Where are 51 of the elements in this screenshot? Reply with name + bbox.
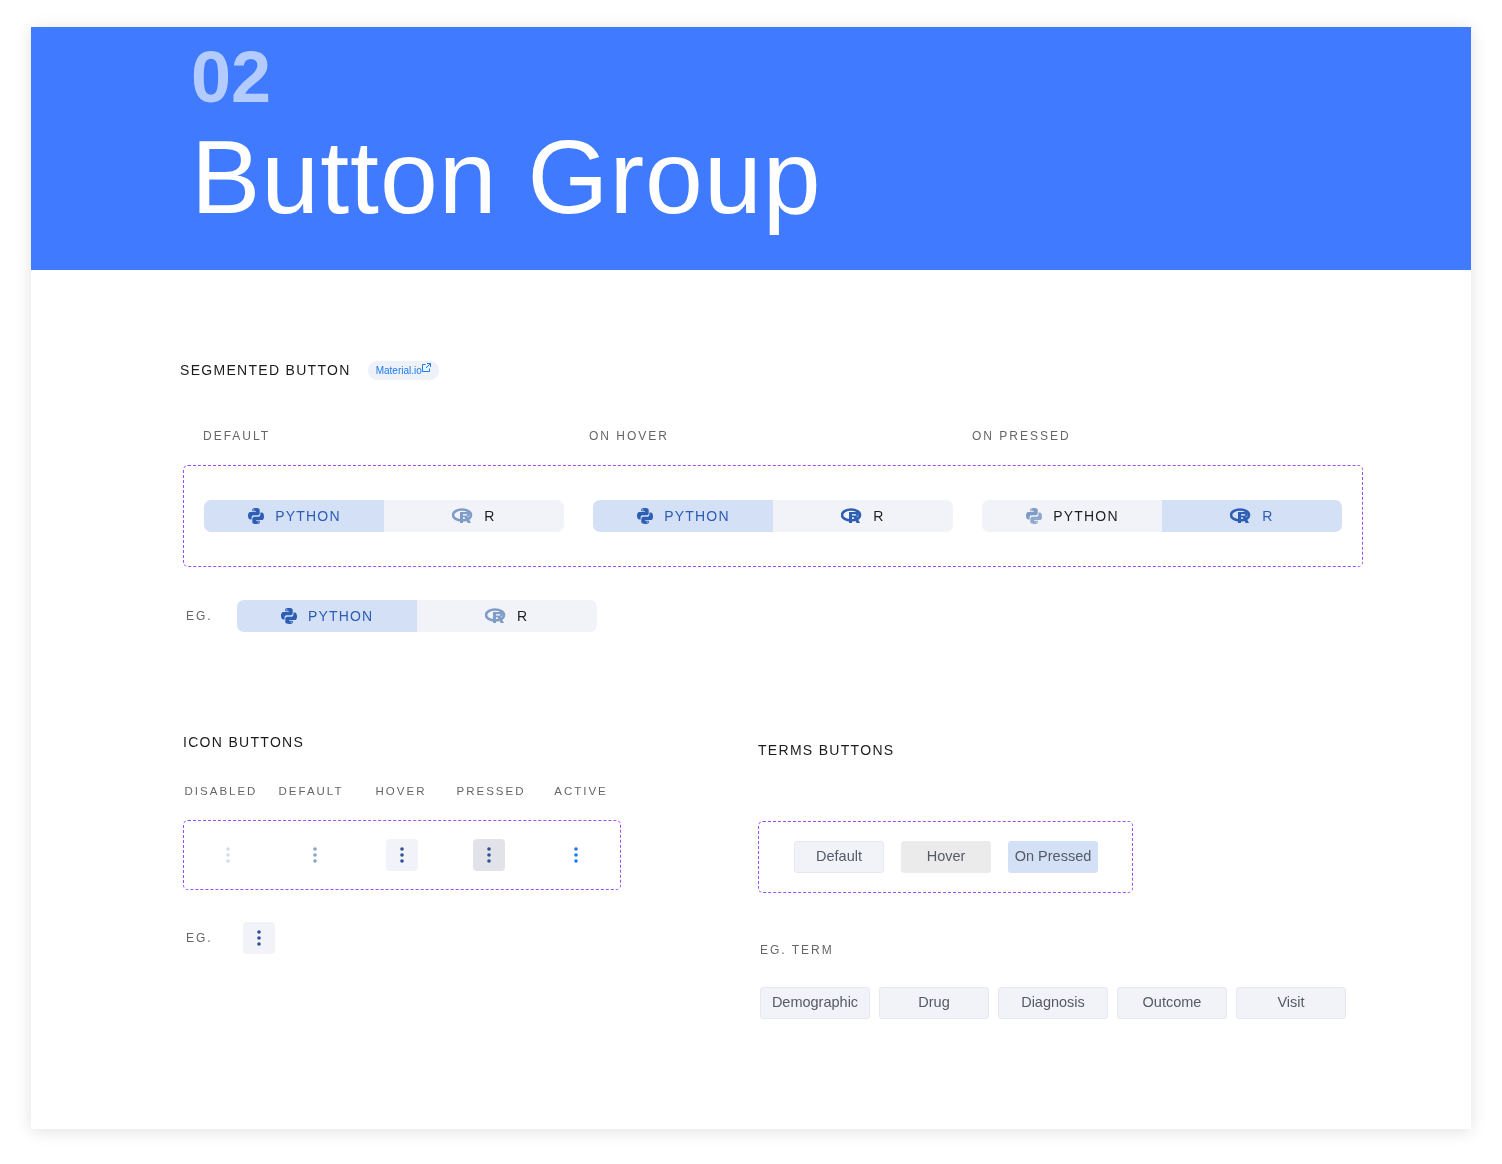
python-logo-icon bbox=[636, 507, 655, 525]
state-label: DEFAULT bbox=[203, 428, 272, 445]
more-button[interactable] bbox=[242, 922, 275, 955]
more-vertical-icon bbox=[312, 847, 317, 864]
section-heading: TERMS BUTTONS bbox=[758, 741, 896, 760]
r-logo-icon bbox=[841, 508, 864, 524]
term-button[interactable]: Default bbox=[794, 841, 884, 873]
state-label: ON PRESSED bbox=[972, 428, 1072, 445]
segment-button[interactable]: R bbox=[384, 500, 564, 532]
state-label: ACTIVE bbox=[553, 784, 609, 799]
more-vertical-icon bbox=[256, 930, 261, 947]
example-label: EG. bbox=[186, 930, 213, 948]
term-button[interactable]: Visit bbox=[1236, 987, 1346, 1019]
more-vertical-icon bbox=[400, 847, 404, 864]
segment-button[interactable]: R bbox=[773, 500, 953, 532]
term-button[interactable]: Diagnosis bbox=[998, 987, 1108, 1019]
python-logo-icon bbox=[247, 507, 266, 525]
section-heading: SEGMENTED BUTTON bbox=[180, 361, 351, 380]
more-button[interactable] bbox=[386, 839, 418, 872]
page-title: Button Group bbox=[191, 118, 822, 237]
segment-button[interactable]: PYTHON bbox=[593, 500, 773, 532]
state-label: PRESSED bbox=[455, 784, 527, 799]
r-logo-icon bbox=[452, 508, 475, 524]
python-logo-icon bbox=[279, 607, 298, 625]
material-link[interactable]: Material.io bbox=[367, 361, 439, 380]
r-logo-icon bbox=[1230, 508, 1253, 524]
term-button[interactable]: Demographic bbox=[760, 987, 870, 1019]
term-button[interactable]: Hover bbox=[901, 841, 991, 873]
term-button[interactable]: Outcome bbox=[1117, 987, 1227, 1019]
more-vertical-icon bbox=[225, 847, 230, 864]
segment-button[interactable]: PYTHON bbox=[236, 600, 417, 632]
more-vertical-icon bbox=[574, 847, 579, 864]
state-label: HOVER bbox=[374, 784, 428, 799]
section-heading: ICON BUTTONS bbox=[183, 733, 306, 752]
segment-button[interactable]: PYTHON bbox=[982, 500, 1162, 532]
more-button[interactable] bbox=[473, 839, 506, 872]
example-label: EG. bbox=[186, 608, 213, 625]
term-button[interactable]: Drug bbox=[879, 987, 989, 1019]
r-logo-icon bbox=[485, 608, 507, 624]
segment-button[interactable]: R bbox=[1162, 500, 1342, 532]
term-button[interactable]: On Pressed bbox=[1008, 841, 1098, 873]
external-link-icon bbox=[421, 363, 431, 372]
segment-button[interactable]: PYTHON bbox=[204, 500, 384, 532]
example-label: EG. TERM bbox=[760, 942, 835, 959]
section-number: 02 bbox=[191, 41, 272, 113]
state-label: ON HOVER bbox=[589, 428, 670, 445]
segment-button[interactable]: R bbox=[416, 600, 597, 632]
python-logo-icon bbox=[1025, 507, 1044, 525]
more-vertical-icon bbox=[487, 847, 492, 864]
state-label: DEFAULT bbox=[277, 784, 345, 799]
state-label: DISABLED bbox=[183, 784, 259, 799]
